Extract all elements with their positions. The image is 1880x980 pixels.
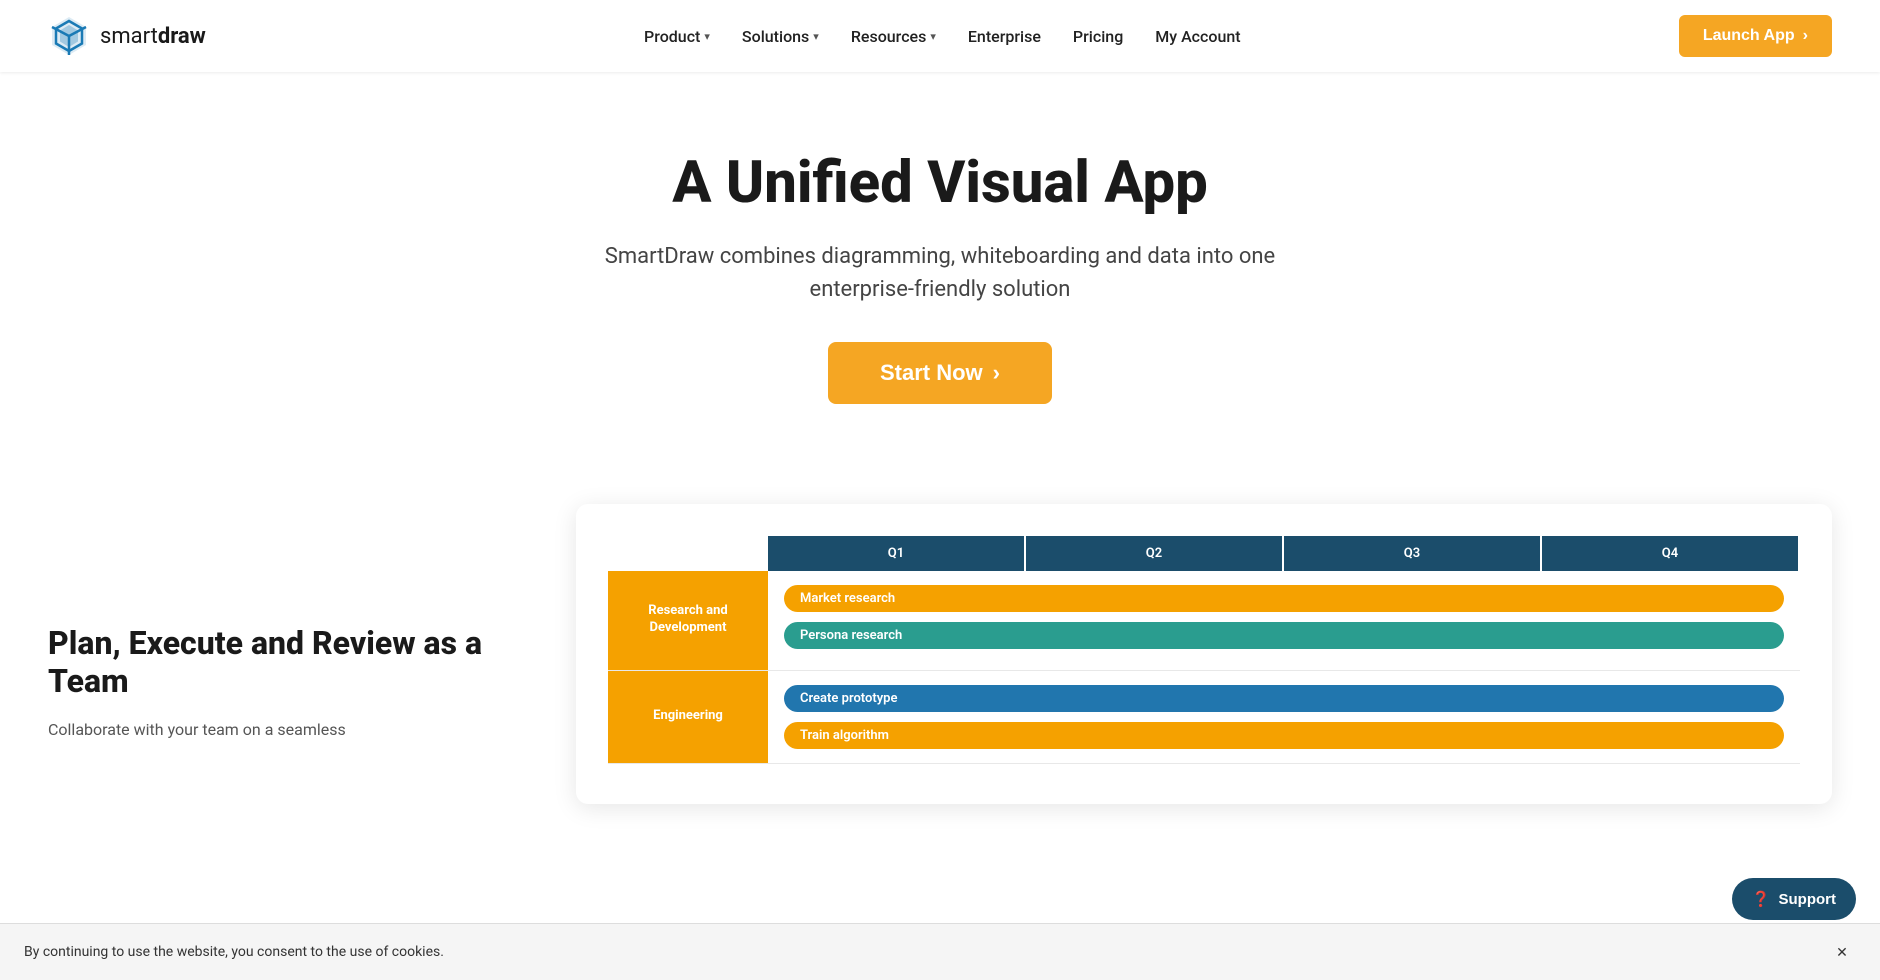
chevron-down-icon: ▾ [704,30,710,43]
close-icon: ✕ [1836,944,1848,961]
nav-item-enterprise[interactable]: Enterprise [968,27,1041,46]
diagram-card: Q1 Q2 Q3 Q4 Research and Development Mar… [576,504,1832,804]
nav-item-myaccount[interactable]: My Account [1155,27,1240,46]
gantt-tag-train-algorithm: Train algorithm [784,722,1784,749]
nav-item-solutions[interactable]: Solutions ▾ [742,27,819,46]
support-button[interactable]: ❓ Support [1732,878,1856,920]
nav-item-product[interactable]: Product ▾ [644,27,710,46]
gantt-row-engineering: Engineering Create prototype Train algor… [608,671,1800,764]
quarter-q1: Q1 [768,536,1026,571]
cookie-close-button[interactable]: ✕ [1828,938,1856,966]
start-now-button[interactable]: Start Now › [828,342,1052,404]
nav-link-product[interactable]: Product ▾ [644,27,710,46]
nav-link-resources[interactable]: Resources ▾ [851,27,936,46]
gantt-tag-create-prototype: Create prototype [784,685,1784,712]
logo-link[interactable]: smartdraw [48,15,206,57]
chevron-down-icon: ▾ [813,30,819,43]
gantt-eng-content: Create prototype Train algorithm [768,671,1800,763]
nav-link-pricing[interactable]: Pricing [1073,27,1123,46]
chevron-down-icon: ▾ [930,30,936,43]
lower-body: Collaborate with your team on a seamless [48,717,528,743]
gantt-header: Q1 Q2 Q3 Q4 [608,536,1800,571]
lower-section: Plan, Execute and Review as a Team Colla… [0,444,1880,804]
hero-section: A Unified Visual App SmartDraw combines … [0,72,1880,444]
main-nav: smartdraw Product ▾ Solutions ▾ Resource… [0,0,1880,72]
gantt-rd-content: Market research Persona research [768,571,1800,670]
nav-links: Product ▾ Solutions ▾ Resources ▾ Enterp… [644,27,1241,46]
arrow-right-icon: › [1803,27,1808,45]
arrow-right-icon: › [993,360,1000,386]
gantt-container: Q1 Q2 Q3 Q4 Research and Development Mar… [576,504,1832,764]
gantt-label-engineering: Engineering [608,671,768,763]
lower-heading: Plan, Execute and Review as a Team [48,624,528,701]
nav-item-pricing[interactable]: Pricing [1073,27,1123,46]
gantt-label-rd: Research and Development [608,571,768,670]
lower-left-content: Plan, Execute and Review as a Team Colla… [48,504,528,742]
question-mark-icon: ❓ [1752,890,1771,908]
gantt-tag-persona-research: Persona research [784,622,1784,649]
gantt-tag-market-research: Market research [784,585,1784,612]
cookie-banner: By continuing to use the website, you co… [0,923,1880,980]
nav-link-enterprise[interactable]: Enterprise [968,27,1041,46]
hero-subheading: SmartDraw combines diagramming, whiteboa… [600,240,1280,306]
nav-link-solutions[interactable]: Solutions ▾ [742,27,819,46]
launch-app-button[interactable]: Launch App › [1679,15,1832,57]
cookie-text: By continuing to use the website, you co… [24,944,444,960]
gantt-row-rd: Research and Development Market research… [608,571,1800,671]
quarter-q3: Q3 [1284,536,1542,571]
quarter-q2: Q2 [1026,536,1284,571]
quarter-q4: Q4 [1542,536,1800,571]
hero-heading: A Unified Visual App [20,152,1860,216]
logo-icon [48,15,90,57]
nav-link-myaccount[interactable]: My Account [1155,27,1240,46]
nav-item-resources[interactable]: Resources ▾ [851,27,936,46]
logo-text: smartdraw [100,24,206,49]
